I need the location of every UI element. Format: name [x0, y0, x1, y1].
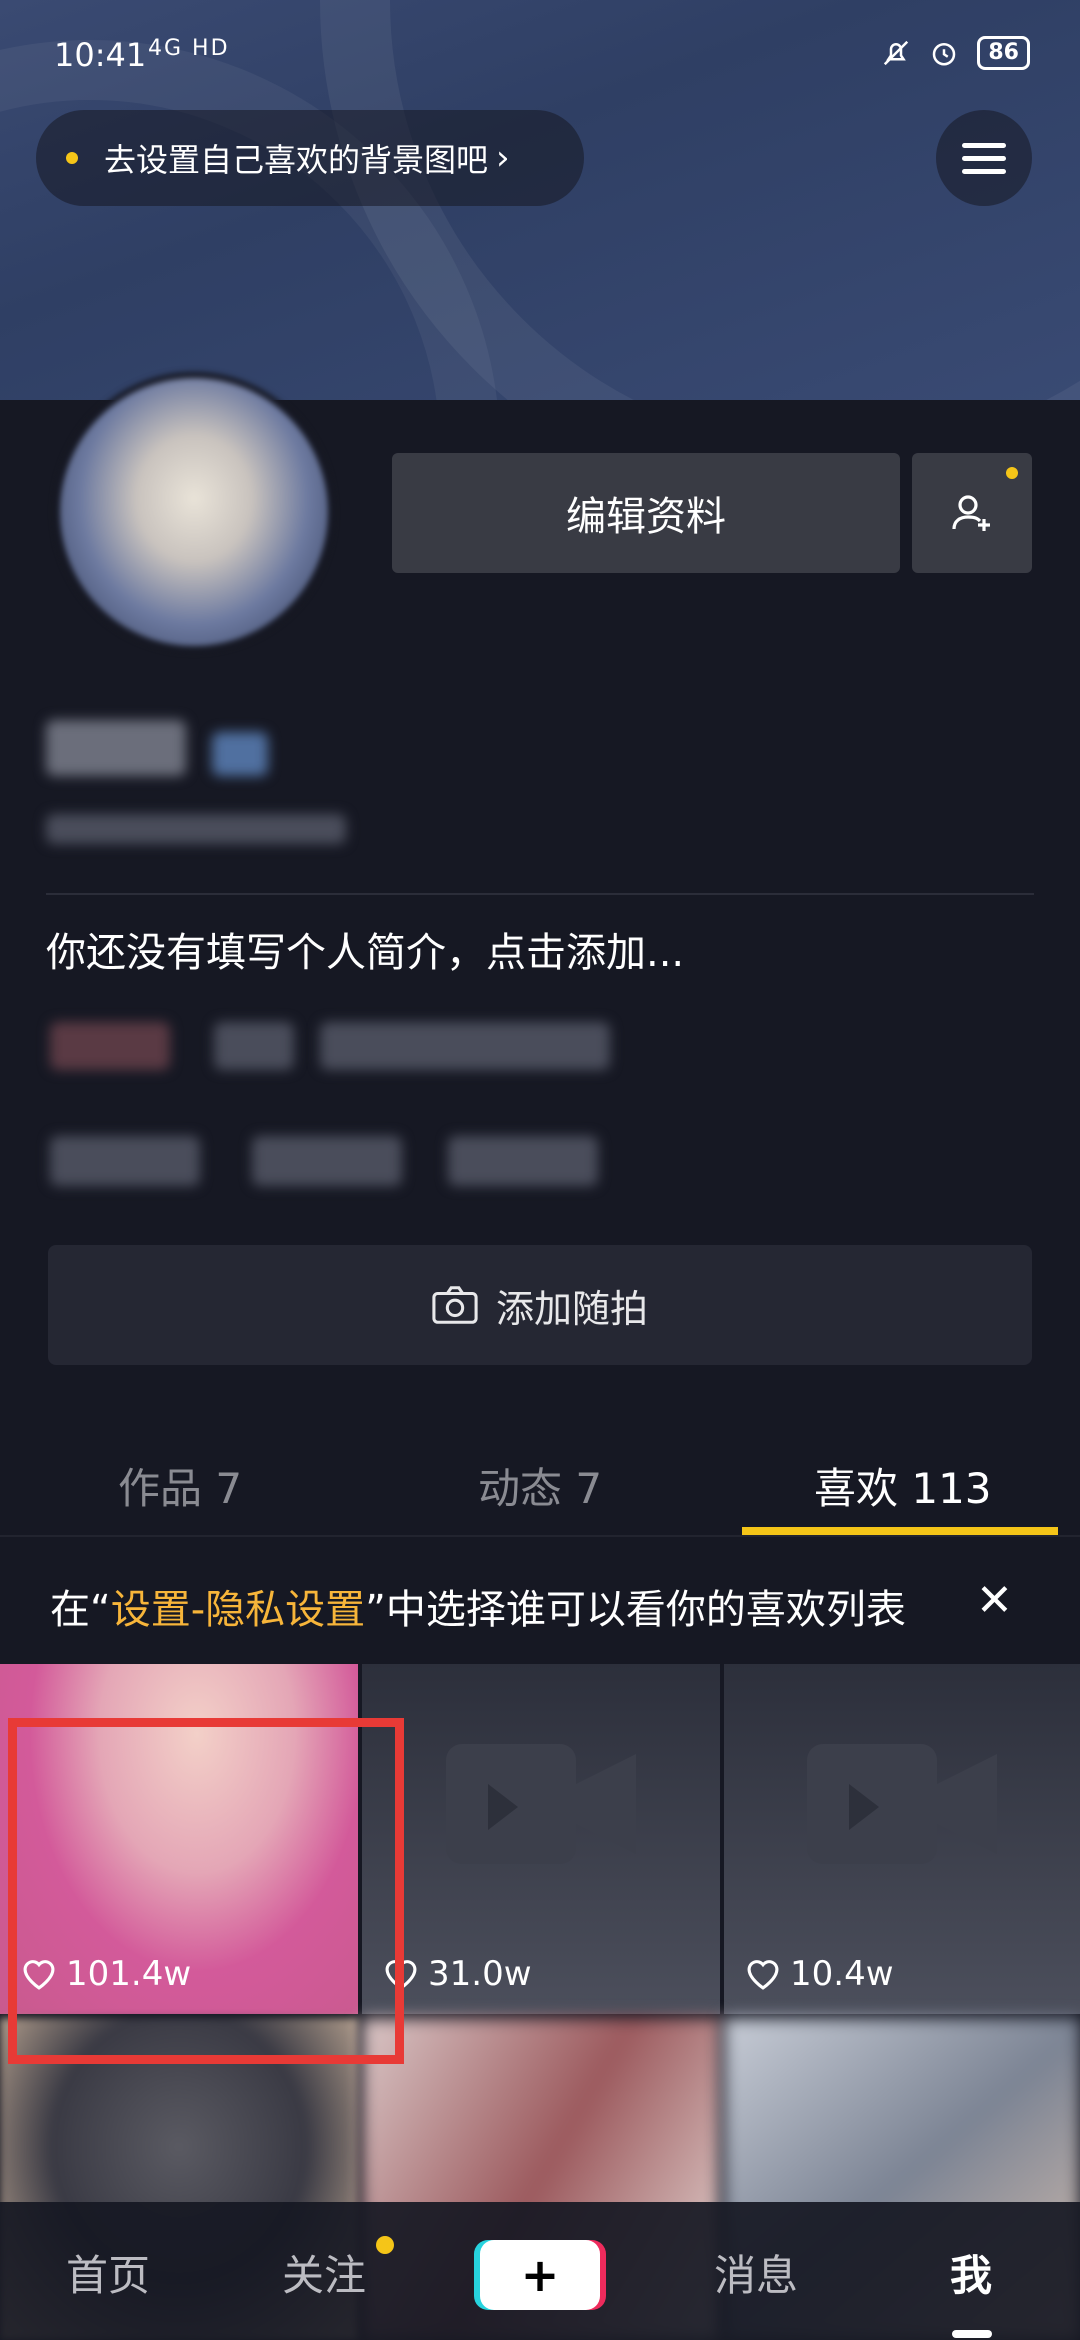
- username-blurred: [46, 720, 186, 776]
- active-tab-indicator: [742, 1527, 1058, 1535]
- tip-dot: [66, 152, 78, 164]
- like-count: 31.0w: [382, 1954, 532, 1994]
- notice-suffix: ”中选择谁可以看你的喜欢列表: [365, 1587, 906, 1633]
- alarm-icon: [933, 43, 956, 66]
- menu-button[interactable]: [936, 110, 1032, 206]
- network-indicator: 4G HD: [148, 36, 230, 61]
- status-icons: 86: [881, 36, 1030, 70]
- video-thumbnail[interactable]: 10.4w: [724, 1664, 1080, 2014]
- tag-blurred: [50, 1022, 170, 1070]
- edit-profile-button[interactable]: 编辑资料: [392, 453, 900, 573]
- video-unavailable-icon: [446, 1744, 636, 1864]
- status-bar: 10:41 4G HD 86: [0, 0, 1080, 110]
- mute-bell-icon: [884, 40, 909, 66]
- add-snapshot-button[interactable]: 添加随拍: [48, 1245, 1032, 1365]
- chevron-right-icon: ›: [496, 138, 510, 178]
- video-unavailable-icon: [807, 1744, 997, 1864]
- set-background-tip[interactable]: 去设置自己喜欢的背景图吧 ›: [36, 110, 584, 206]
- verified-badge-blurred: [212, 732, 268, 776]
- like-count-value: 31.0w: [428, 1954, 532, 1994]
- tag-blurred: [320, 1022, 610, 1070]
- nav-me[interactable]: 我: [950, 2242, 992, 2303]
- video-thumbnail[interactable]: 31.0w: [362, 1664, 720, 2014]
- bio-text[interactable]: 你还没有填写个人简介，点击添加...: [46, 920, 684, 978]
- privacy-notice: 在“设置-隐私设置”中选择谁可以看你的喜欢列表: [50, 1577, 906, 1635]
- stat-blurred: [252, 1136, 402, 1186]
- add-snapshot-label: 添加随拍: [495, 1286, 648, 1331]
- like-count: 10.4w: [744, 1954, 894, 1994]
- user-id-blurred: [46, 814, 346, 844]
- nav-follow[interactable]: 关注: [282, 2242, 366, 2303]
- selection-highlight: [8, 1718, 404, 2064]
- privacy-settings-link[interactable]: 设置-隐私设置: [111, 1587, 365, 1633]
- tab-moments[interactable]: 动态 7: [478, 1455, 602, 1516]
- stat-blurred: [448, 1136, 598, 1186]
- nav-home[interactable]: 首页: [66, 2242, 150, 2303]
- battery-indicator: 86: [977, 36, 1030, 70]
- notice-prefix: 在“: [50, 1587, 111, 1633]
- like-count-value: 10.4w: [790, 1954, 894, 1994]
- add-user-icon: [952, 495, 990, 531]
- stat-blurred: [50, 1136, 200, 1186]
- status-time: 10:41: [54, 36, 147, 74]
- camera-icon: [432, 1286, 478, 1324]
- avatar[interactable]: [54, 372, 334, 652]
- notification-dot: [376, 2236, 394, 2254]
- hamburger-icon: [962, 135, 1006, 182]
- profile-tabs: 作品 7 动态 7 喜欢 113: [0, 1425, 1080, 1535]
- close-icon[interactable]: ✕: [976, 1575, 1013, 1626]
- set-background-tip-label: 去设置自己喜欢的背景图吧: [104, 141, 489, 179]
- heart-icon: [747, 1960, 779, 1990]
- tag-blurred: [214, 1022, 294, 1070]
- divider: [46, 893, 1034, 895]
- add-friend-button[interactable]: [912, 453, 1032, 573]
- notification-dot: [1006, 467, 1018, 479]
- home-indicator: [952, 2330, 992, 2338]
- tab-works[interactable]: 作品 7: [118, 1455, 242, 1516]
- create-button[interactable]: +: [480, 2240, 600, 2310]
- tabs-divider: [0, 1535, 1080, 1537]
- nav-messages[interactable]: 消息: [714, 2242, 798, 2303]
- tab-likes[interactable]: 喜欢 113: [814, 1455, 992, 1516]
